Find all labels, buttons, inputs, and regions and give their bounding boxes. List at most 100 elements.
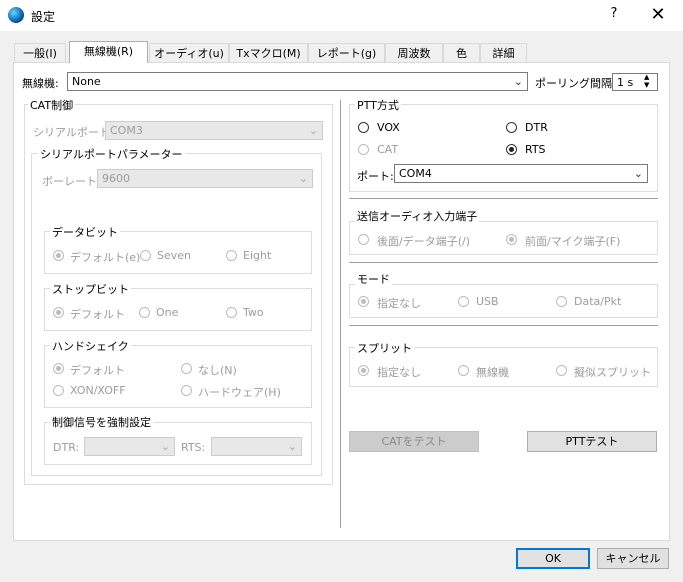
data-bits-eight-label: Eight: [243, 249, 272, 262]
split-rig-label: 無線機: [476, 366, 509, 379]
close-button[interactable]: ✕: [646, 4, 670, 26]
globe-app-icon: [8, 7, 24, 23]
split-fake-radio[interactable]: [556, 365, 567, 376]
serial-port-label: シリアルポート:: [33, 126, 114, 139]
chevron-down-icon: ⌄: [160, 440, 170, 453]
handshake-hardware-label: ハードウェア(H): [198, 386, 281, 399]
serial-port-select[interactable]: COM3 ⌄: [105, 121, 323, 140]
help-button[interactable]: ?: [604, 6, 624, 24]
test-cat-button[interactable]: CATをテスト: [349, 431, 479, 452]
stop-bits-default-radio[interactable]: [53, 307, 64, 318]
split-title: スプリット: [355, 340, 414, 356]
data-bits-eight-radio[interactable]: [226, 250, 237, 261]
stop-bits-two-radio[interactable]: [226, 307, 237, 318]
chevron-down-icon: ⌄: [308, 124, 318, 137]
ptt-cat-label: CAT: [377, 143, 399, 156]
dtr-label: DTR:: [53, 441, 80, 454]
dtr-select[interactable]: ⌄: [84, 437, 175, 456]
radio-label: 無線機:: [22, 77, 59, 90]
stop-bits-one-label: One: [156, 306, 179, 319]
separator: [349, 262, 658, 263]
stop-bits-title: ストップビット: [50, 281, 131, 297]
column-divider: [340, 100, 341, 528]
tab-tx-macro[interactable]: Txマクロ(M): [229, 43, 308, 62]
polling-value: 1 s: [617, 76, 634, 89]
data-bits-default-radio[interactable]: [53, 250, 64, 261]
tab-radio[interactable]: 無線機(R): [69, 41, 148, 63]
data-bits-seven-radio[interactable]: [140, 250, 151, 261]
split-none-radio[interactable]: [358, 365, 369, 376]
handshake-none-radio[interactable]: [181, 363, 192, 374]
handshake-xonxoff-label: XON/XOFF: [70, 384, 126, 397]
title-bar: [0, 0, 683, 31]
mode-none-radio[interactable]: [358, 296, 369, 307]
baud-label: ボーレート:: [42, 175, 101, 188]
handshake-title: ハンドシェイク: [50, 338, 131, 354]
data-bits-seven-label: Seven: [157, 249, 191, 262]
test-ptt-button[interactable]: PTTテスト: [527, 431, 657, 452]
stop-bits-two-label: Two: [243, 306, 264, 319]
handshake-xonxoff-radio[interactable]: [53, 385, 64, 396]
data-bits-default-label: デフォルト(e): [70, 251, 141, 264]
spin-up-icon[interactable]: ▲: [644, 73, 649, 81]
ptt-rts-label: RTS: [525, 143, 546, 156]
separator: [349, 325, 658, 326]
serial-port-value: COM3: [110, 124, 143, 137]
tab-color[interactable]: 色: [443, 43, 480, 62]
ptt-port-value: COM4: [399, 167, 432, 180]
mode-usb-label: USB: [476, 295, 499, 308]
ptt-port-select[interactable]: COM4 ⌄: [394, 164, 648, 183]
audio-front-radio[interactable]: [506, 234, 517, 245]
chevron-down-icon: ⌄: [287, 440, 297, 453]
mode-data-label: Data/Pkt: [574, 295, 622, 308]
ptt-cat-radio[interactable]: [358, 144, 369, 155]
rts-label: RTS:: [181, 441, 206, 454]
split-rig-radio[interactable]: [458, 365, 469, 376]
polling-spinbox[interactable]: 1 s ▲ ▼: [612, 73, 658, 91]
baud-value: 9600: [102, 172, 130, 185]
polling-label: ポーリング間隔:: [535, 77, 616, 90]
tab-advanced[interactable]: 詳細: [480, 43, 527, 62]
mode-usb-radio[interactable]: [458, 296, 469, 307]
ok-button[interactable]: OK: [516, 548, 590, 569]
chevron-down-icon: ⌄: [513, 75, 523, 88]
handshake-hardware-radio[interactable]: [181, 385, 192, 396]
cat-group-title: CAT制御: [28, 97, 76, 113]
tab-audio[interactable]: オーディオ(u): [149, 43, 229, 62]
audio-rear-label: 後面/データ端子(/): [377, 235, 470, 248]
chevron-down-icon: ⌄: [633, 167, 643, 180]
audio-front-label: 前面/マイク端子(F): [525, 235, 621, 248]
stop-bits-default-label: デフォルト: [70, 308, 125, 321]
split-none-label: 指定なし: [377, 366, 421, 379]
ptt-vox-radio[interactable]: [358, 122, 369, 133]
mode-title: モード: [355, 271, 392, 287]
data-bits-title: データビット: [50, 224, 120, 240]
window-title: 設定: [31, 10, 56, 24]
ptt-rts-radio[interactable]: [506, 144, 517, 155]
ptt-port-label: ポート:: [357, 170, 394, 183]
rts-select[interactable]: ⌄: [211, 437, 302, 456]
radio-select-value: None: [72, 75, 101, 88]
cancel-button[interactable]: キャンセル: [597, 548, 669, 569]
separator: [349, 198, 658, 199]
spin-down-icon[interactable]: ▼: [644, 81, 649, 89]
force-control-title: 制御信号を強制設定: [50, 414, 153, 430]
ptt-dtr-label: DTR: [525, 121, 548, 134]
audio-input-title: 送信オーディオ入力端子: [355, 208, 480, 224]
ptt-vox-label: VOX: [377, 121, 400, 134]
stop-bits-one-radio[interactable]: [139, 307, 150, 318]
tab-report[interactable]: レポート(g): [308, 43, 385, 62]
tab-general[interactable]: 一般(I): [14, 43, 66, 62]
audio-rear-radio[interactable]: [358, 234, 369, 245]
chevron-down-icon: ⌄: [298, 172, 308, 185]
radio-select[interactable]: None ⌄: [67, 72, 528, 91]
handshake-default-radio[interactable]: [53, 363, 64, 374]
mode-data-radio[interactable]: [556, 296, 567, 307]
handshake-none-label: なし(N): [198, 364, 237, 377]
ptt-dtr-radio[interactable]: [506, 122, 517, 133]
split-fake-label: 擬似スプリット: [574, 366, 651, 379]
mode-none-label: 指定なし: [377, 297, 421, 310]
baud-select[interactable]: 9600 ⌄: [97, 169, 313, 188]
serial-params-title: シリアルポートパラメーター: [38, 146, 185, 162]
tab-frequency[interactable]: 周波数: [385, 43, 443, 62]
